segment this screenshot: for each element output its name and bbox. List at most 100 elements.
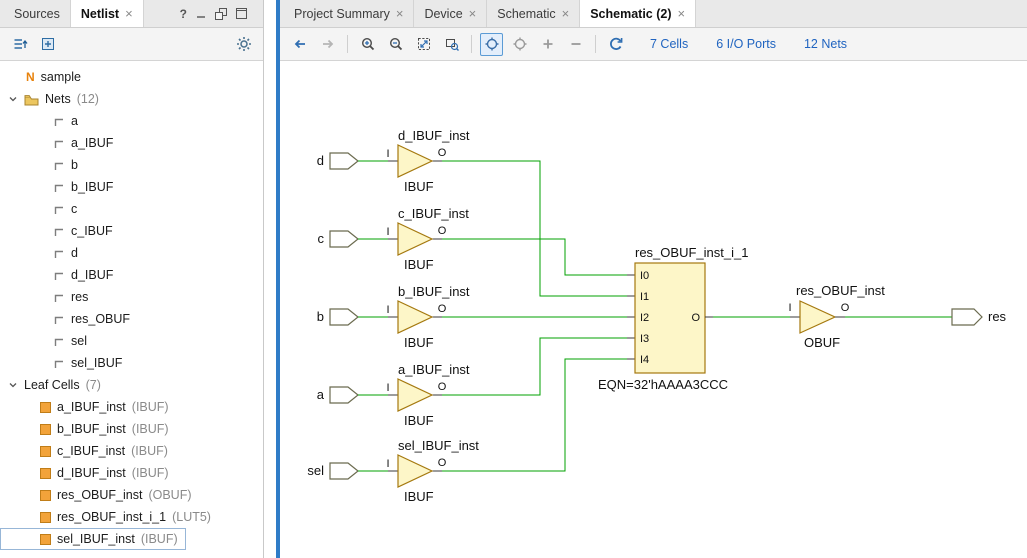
tree-net-d[interactable]: d — [0, 242, 263, 264]
expand-all-icon[interactable] — [36, 33, 59, 56]
toolbar-separator — [347, 35, 348, 53]
schematic-canvas[interactable]: dIOd_IBUF_instIBUFcIOc_IBUF_instIBUFbIOb… — [280, 61, 1027, 558]
close-icon[interactable]: × — [562, 6, 570, 21]
zoom-out-icon[interactable] — [384, 33, 407, 56]
collapse-all-icon[interactable] — [8, 33, 31, 56]
regenerate-icon[interactable] — [604, 33, 627, 56]
ibuf-sel_IBUF_inst[interactable] — [398, 455, 432, 487]
type-label: IBUF — [404, 489, 434, 504]
tree-net-sel_IBUF[interactable]: sel_IBUF — [0, 352, 263, 374]
tree-cell-sel_IBUF_inst[interactable]: sel_IBUF_inst(IBUF) — [0, 528, 186, 550]
tree-net-d_IBUF[interactable]: d_IBUF — [0, 264, 263, 286]
inst-label-a_IBUF_inst: a_IBUF_inst — [398, 362, 470, 377]
back-icon[interactable] — [288, 33, 311, 56]
net-icon — [52, 313, 65, 326]
port-res[interactable] — [952, 309, 982, 325]
tree-cell-d_IBUF_inst-suffix: (IBUF) — [132, 466, 169, 480]
stat-cells: 7 Cells — [650, 37, 688, 51]
tree-cell-a_IBUF_inst[interactable]: a_IBUF_inst(IBUF) — [0, 396, 263, 418]
tab-project-summary[interactable]: Project Summary × — [284, 0, 414, 27]
net-d_IBUF[interactable] — [442, 161, 627, 296]
lut-pin-label-I1: I1 — [640, 291, 649, 303]
tab-label: Project Summary — [294, 7, 390, 21]
net-icon — [52, 181, 65, 194]
chevron-down-icon[interactable] — [8, 380, 18, 390]
folder-icon — [24, 93, 39, 106]
close-icon[interactable]: × — [469, 6, 477, 21]
tree-net-res[interactable]: res — [0, 286, 263, 308]
autofit-selection-icon[interactable] — [480, 33, 503, 56]
net-icon — [52, 357, 65, 370]
tree-net-d-label: d — [71, 246, 78, 260]
tree-root[interactable]: Nsample — [0, 66, 263, 88]
lut-out-label: O — [691, 312, 700, 324]
schematic-canvas-area[interactable]: dIOd_IBUF_instIBUFcIOc_IBUF_instIBUFbIOb… — [280, 61, 1027, 558]
tree-net-c[interactable]: c — [0, 198, 263, 220]
port-d[interactable] — [330, 153, 358, 169]
tree-net-a_IBUF[interactable]: a_IBUF — [0, 132, 263, 154]
pin-label-i: I — [386, 304, 389, 316]
tree-cell-c_IBUF_inst[interactable]: c_IBUF_inst(IBUF) — [0, 440, 263, 462]
port-label-a: a — [317, 387, 325, 402]
schematic-stats: 7 Cells 6 I/O Ports 12 Nets — [650, 37, 847, 51]
ibuf-c_IBUF_inst[interactable] — [398, 223, 432, 255]
panel-window-controls: ? — [180, 0, 263, 27]
minimize-icon[interactable] — [196, 9, 206, 19]
obuf-res_OBUF_inst[interactable] — [800, 301, 835, 333]
tree-net-res_OBUF[interactable]: res_OBUF — [0, 308, 263, 330]
port-sel[interactable] — [330, 463, 358, 479]
tree-net-c_IBUF[interactable]: c_IBUF — [0, 220, 263, 242]
collapse-minus-icon[interactable] — [564, 33, 587, 56]
maximize-icon[interactable] — [236, 8, 247, 19]
tree-net-b_IBUF[interactable]: b_IBUF — [0, 176, 263, 198]
tab-netlist-label: Netlist — [81, 7, 119, 21]
tree-net-res_OBUF-label: res_OBUF — [71, 312, 130, 326]
close-icon[interactable]: × — [678, 6, 686, 21]
tree-cell-d_IBUF_inst[interactable]: d_IBUF_inst(IBUF) — [0, 462, 263, 484]
tree-cell-b_IBUF_inst-suffix: (IBUF) — [132, 422, 169, 436]
port-label-b: b — [317, 309, 324, 324]
close-icon[interactable]: × — [396, 6, 404, 21]
zoom-fit-icon[interactable] — [412, 33, 435, 56]
tree-group-leaf-cells-suffix: (7) — [86, 378, 101, 392]
port-a[interactable] — [330, 387, 358, 403]
net-icon — [52, 225, 65, 238]
chevron-down-icon[interactable] — [8, 94, 18, 104]
net-icon — [52, 247, 65, 260]
tree-net-sel[interactable]: sel — [0, 330, 263, 352]
port-b[interactable] — [330, 309, 358, 325]
pin-label-o: O — [438, 381, 447, 393]
ibuf-b_IBUF_inst[interactable] — [398, 301, 432, 333]
help-icon[interactable]: ? — [180, 7, 187, 21]
ibuf-a_IBUF_inst[interactable] — [398, 379, 432, 411]
tab-label: Device — [424, 7, 462, 21]
net-sel_IBUF[interactable] — [442, 359, 627, 471]
tree-group-nets[interactable]: Nets(12) — [0, 88, 263, 110]
close-icon[interactable]: × — [125, 6, 133, 21]
zoom-in-icon[interactable] — [356, 33, 379, 56]
tab-device[interactable]: Device × — [414, 0, 487, 27]
tab-netlist[interactable]: Netlist × — [71, 0, 144, 27]
tree-group-nets-suffix: (12) — [77, 92, 99, 106]
settings-gear-icon[interactable] — [232, 33, 255, 56]
tab-sources[interactable]: Sources — [4, 0, 71, 27]
zoom-selection-icon[interactable] — [440, 33, 463, 56]
highlight-selection-icon[interactable] — [508, 33, 531, 56]
tab-schematic-2-[interactable]: Schematic (2)× — [580, 0, 696, 27]
tree-cell-b_IBUF_inst[interactable]: b_IBUF_inst(IBUF) — [0, 418, 263, 440]
forward-icon[interactable] — [316, 33, 339, 56]
tree-cell-res_OBUF_inst_i_1[interactable]: res_OBUF_inst_i_1(LUT5) — [0, 506, 263, 528]
tree-cell-res_OBUF_inst[interactable]: res_OBUF_inst(OBUF) — [0, 484, 263, 506]
panel-divider[interactable] — [264, 0, 276, 558]
tree-net-b[interactable]: b — [0, 154, 263, 176]
expand-plus-icon[interactable] — [536, 33, 559, 56]
tab-schematic[interactable]: Schematic × — [487, 0, 580, 27]
float-icon[interactable] — [215, 8, 227, 20]
port-c[interactable] — [330, 231, 358, 247]
tree-group-leaf-cells[interactable]: Leaf Cells(7) — [0, 374, 263, 396]
tree-net-a[interactable]: a — [0, 110, 263, 132]
tab-label: Schematic — [497, 7, 555, 21]
ibuf-d_IBUF_inst[interactable] — [398, 145, 432, 177]
inst-label-c_IBUF_inst: c_IBUF_inst — [398, 206, 469, 221]
net-c_IBUF[interactable] — [442, 239, 627, 275]
